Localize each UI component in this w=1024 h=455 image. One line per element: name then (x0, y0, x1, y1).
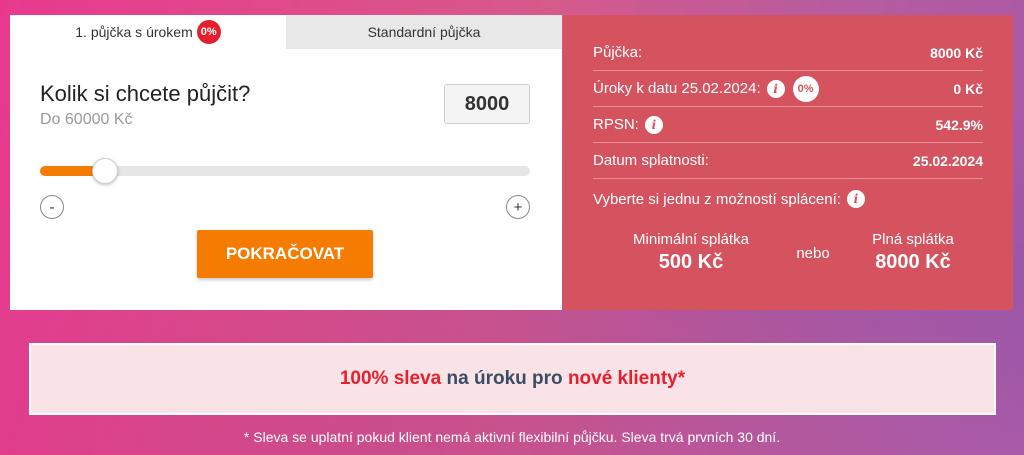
full-payment-label: Plná splátka (872, 231, 954, 248)
loan-summary: Půjčka: 8000 Kč Úroky k datu 25.02.2024:… (563, 15, 1013, 310)
max-amount-hint: Do 60000 Kč (40, 111, 133, 128)
loan-type-tabs: 1. půjčka s úrokem 0% Standardní půjčka (10, 15, 562, 49)
info-icon[interactable]: i (766, 79, 785, 98)
rpsn-label-group: RPSN: i (593, 115, 663, 134)
amount-question: Kolik si chcete půjčit? (40, 81, 251, 106)
amount-slider-thumb[interactable] (92, 158, 118, 184)
rpsn-value: 542.9% (935, 116, 983, 133)
tab-standard-loan[interactable]: Standardní půjčka (286, 15, 562, 49)
increase-amount-button[interactable]: + (506, 195, 530, 219)
amount-slider[interactable] (40, 158, 530, 184)
promo-discount: 100% sleva (339, 368, 442, 389)
summary-row-loan: Půjčka: 8000 Kč (593, 35, 983, 71)
minimum-payment-option[interactable]: Minimální splátka 500 Kč (621, 231, 761, 274)
amount-input[interactable]: 8000 (444, 84, 530, 124)
loan-label: Půjčka: (593, 44, 643, 61)
interest-zero-badge: 0% (792, 75, 819, 102)
choose-label: Vyberte si jednu z možností splácení: (593, 190, 841, 208)
loan-value: 8000 Kč (930, 44, 983, 61)
full-payment-option[interactable]: Plná splátka 8000 Kč (848, 231, 978, 274)
summary-row-interest: Úroky k datu 25.02.2024: i 0% 0 Kč (593, 71, 983, 107)
tab-first-loan-label: 1. půjčka s úrokem (75, 24, 193, 40)
info-icon[interactable]: i (644, 115, 663, 134)
zero-percent-badge: 0% (196, 20, 221, 44)
choose-label-group: Vyberte si jednu z možností splácení: i (593, 190, 865, 208)
minimum-payment-value: 500 Kč (658, 251, 724, 273)
summary-row-rpsn: RPSN: i 542.9% (593, 107, 983, 143)
interest-label: Úroky k datu 25.02.2024: (593, 80, 761, 97)
continue-button[interactable]: POKRAČOVAT (197, 230, 373, 278)
loan-calculator: 1. půjčka s úrokem 0% Standardní půjčka … (10, 15, 562, 310)
promo-middle: na úroku pro (441, 368, 568, 389)
or-label: nebo (796, 245, 830, 262)
rpsn-label: RPSN: (593, 116, 639, 133)
full-payment-value: 8000 Kč (875, 251, 951, 273)
promo-banner: 100% sleva na úroku pro nové klienty* (29, 343, 996, 415)
promo-footnote: * Sleva se uplatní pokud klient nemá akt… (243, 429, 781, 445)
interest-label-group: Úroky k datu 25.02.2024: i 0% (593, 75, 819, 102)
tab-standard-loan-label: Standardní půjčka (367, 24, 481, 40)
tab-first-loan[interactable]: 1. půjčka s úrokem 0% (10, 15, 286, 49)
due-value: 25.02.2024 (912, 152, 983, 169)
promo-new-clients: nové klienty* (567, 368, 686, 389)
info-icon[interactable]: i (846, 190, 865, 208)
interest-value: 0 Kč (953, 80, 983, 97)
due-label: Datum splatnosti: (593, 152, 709, 169)
decrease-amount-button[interactable]: - (40, 195, 64, 219)
summary-row-choose: Vyberte si jednu z možností splácení: i (593, 181, 983, 217)
minimum-payment-label: Minimální splátka (633, 231, 749, 248)
summary-row-due-date: Datum splatnosti: 25.02.2024 (593, 143, 983, 179)
